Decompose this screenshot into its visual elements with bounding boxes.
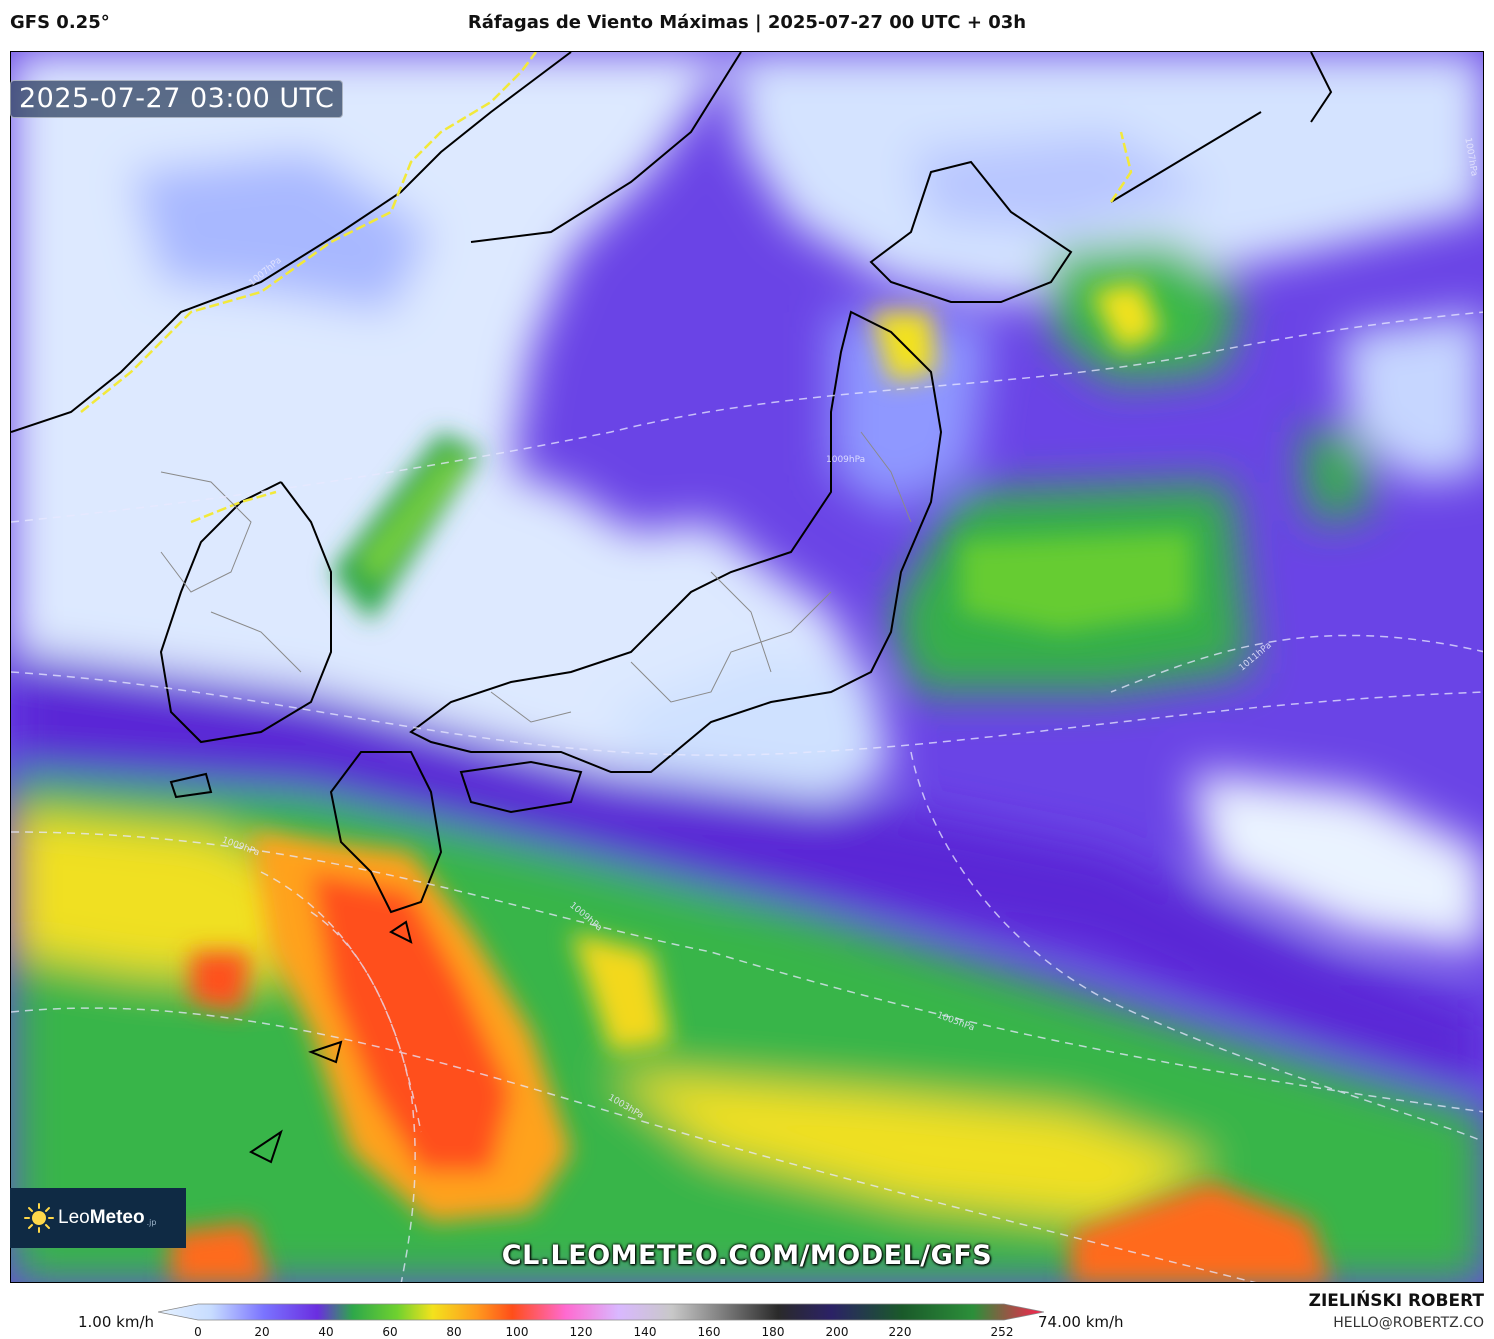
legend-tick: 40 <box>318 1325 334 1339</box>
source-watermark: CL.LEOMETEO.COM/MODEL/GFS <box>501 1240 993 1271</box>
color-legend-bar <box>158 1303 1044 1321</box>
legend-tick: 140 <box>633 1325 657 1339</box>
leometeo-logo[interactable]: LeoMeteo .jp <box>10 1188 186 1248</box>
logo-wordmark: LeoMeteo <box>58 1207 145 1228</box>
legend-tick: 220 <box>888 1325 912 1339</box>
map-canvas <box>11 52 1483 1282</box>
legend-tick: 160 <box>697 1325 721 1339</box>
legend-tick: 252 <box>990 1325 1014 1339</box>
legend-min-label: 1.00 km/h <box>78 1313 155 1331</box>
author-email[interactable]: HELLO@ROBERTZ.CO <box>1333 1315 1484 1331</box>
legend-tick: 80 <box>446 1325 462 1339</box>
legend-tick: 200 <box>825 1325 849 1339</box>
logo-suffix: .jp <box>146 1217 157 1227</box>
valid-time-badge: 2025-07-27 03:00 UTC <box>10 80 344 118</box>
legend-tick: 60 <box>382 1325 398 1339</box>
legend-tick: 20 <box>254 1325 270 1339</box>
map-title: Ráfagas de Viento Máximas | 2025-07-27 0… <box>467 12 1027 33</box>
sun-icon <box>24 1203 54 1233</box>
isobar-label: 1009hPa <box>826 455 866 465</box>
legend-tick: 100 <box>505 1325 529 1339</box>
legend-max-label: 74.00 km/h <box>1038 1313 1124 1331</box>
legend-tick: 120 <box>569 1325 593 1339</box>
legend-tick: 180 <box>761 1325 785 1339</box>
wind-gust-map[interactable]: 1007hPa 1009hPa 1011hPa 1007hPa 1009hPa … <box>10 51 1484 1283</box>
legend-tick: 0 <box>194 1325 202 1339</box>
author-name: ZIELIŃSKI ROBERT <box>1308 1291 1484 1311</box>
